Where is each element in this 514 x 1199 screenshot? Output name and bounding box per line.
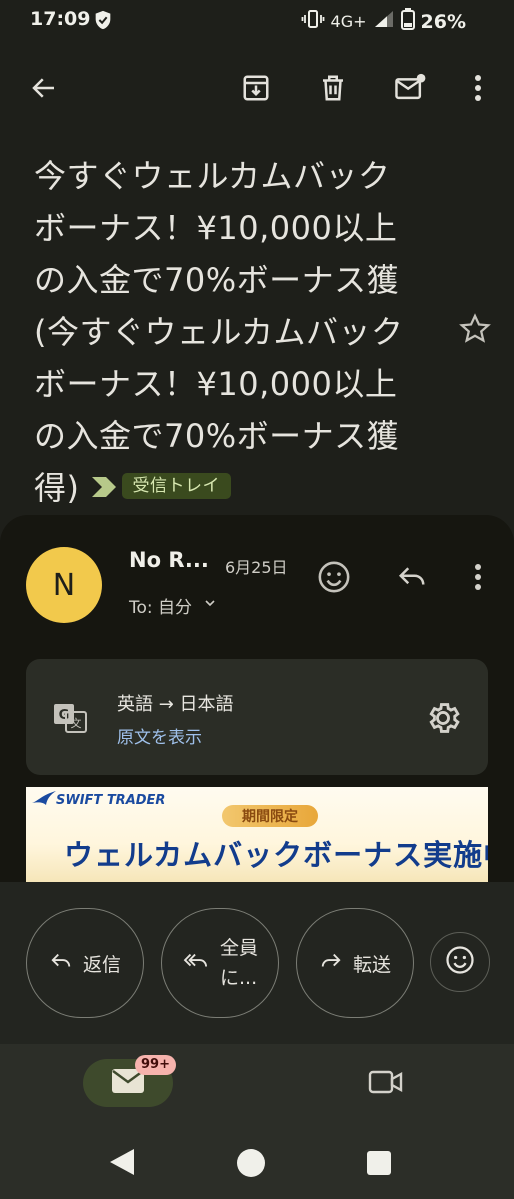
translation-panel [26, 659, 488, 775]
translate-icon: G文 [52, 700, 88, 740]
triangle-back-icon [108, 1149, 136, 1181]
emoji-react-button[interactable] [314, 559, 354, 599]
status-right: 4G+ 26% [301, 8, 466, 35]
subject-line: 今すぐウェルカムバック [34, 157, 391, 195]
forward-button[interactable]: 転送 [296, 908, 414, 1018]
shield-icon [92, 9, 114, 36]
battery-level: 26% [420, 10, 466, 33]
network-label: 4G+ [330, 12, 367, 31]
reply-all-icon [182, 950, 210, 977]
more-vert-icon [474, 74, 482, 106]
forward-icon [319, 950, 343, 977]
more-options-button[interactable] [458, 70, 498, 110]
importance-marker-icon [91, 460, 118, 512]
subject-line: の入金で70%ボーナス獲 [34, 261, 400, 299]
emoji-reaction-button[interactable] [430, 932, 490, 992]
archive-button[interactable] [236, 70, 276, 110]
chevron-down-icon [202, 595, 218, 616]
status-bar: 17:09 4G+ 26% [0, 0, 514, 40]
battery-icon [400, 8, 415, 35]
signal-icon [373, 9, 395, 34]
more-vert-icon [474, 563, 482, 595]
subject-line-last: 得) 受信トレイ [34, 462, 434, 516]
subject-line: ボーナス！¥10,000以上 [34, 209, 398, 247]
show-original-link[interactable]: 原文を表示 [117, 723, 202, 748]
mark-unread-button[interactable] [390, 70, 430, 110]
translation-settings-button[interactable] [424, 699, 462, 741]
inbox-label-chip[interactable]: 受信トレイ [121, 473, 231, 499]
reply-all-label: 全員に... [220, 933, 258, 993]
system-recents-button[interactable] [366, 1150, 392, 1180]
smiley-icon [317, 560, 351, 598]
clock: 17:09 [30, 8, 91, 30]
reply-button[interactable]: 返信 [26, 908, 144, 1018]
reply-icon [396, 562, 428, 596]
message-date: 6月25日 [225, 558, 288, 577]
trash-icon [318, 73, 348, 107]
email-subject: 今すぐウェルカムバック ボーナス！¥10,000以上 の入金で70%ボーナス獲 … [34, 150, 434, 516]
translation-languages: 英語 → 日本語 [117, 694, 234, 715]
subject-line: の入金で70%ボーナス獲 [34, 417, 400, 455]
system-back-button[interactable] [108, 1147, 136, 1181]
vibrate-icon [301, 9, 325, 34]
reply-icon-button[interactable] [392, 559, 432, 599]
gear-icon [424, 703, 462, 741]
avatar[interactable]: N [26, 547, 102, 623]
subject-line: ボーナス！¥10,000以上 [34, 365, 398, 403]
reply-label: 返信 [82, 953, 121, 976]
banner-badge: 期間限定 [222, 805, 318, 827]
star-button[interactable] [458, 312, 492, 350]
subject-line: 得) [34, 469, 80, 507]
svg-text:G: G [59, 708, 70, 723]
unread-count-badge: 99+ [135, 1055, 176, 1075]
recipient-details[interactable]: To: 自分 [129, 593, 218, 618]
message-more-button[interactable] [458, 559, 498, 599]
home-circle-icon [236, 1149, 266, 1182]
square-recents-icon [366, 1151, 392, 1180]
nav-meet-tab[interactable] [368, 1068, 404, 1100]
star-icon [458, 313, 492, 350]
system-home-button[interactable] [236, 1148, 266, 1182]
reply-all-button[interactable]: 全員に... [161, 908, 279, 1018]
back-button[interactable] [24, 70, 64, 110]
reply-all-label-line: 全員 [219, 937, 258, 959]
svg-text:文: 文 [71, 716, 82, 730]
video-camera-icon [368, 1070, 404, 1100]
recipient-label: To: 自分 [129, 598, 193, 618]
sender-name[interactable]: No R... [129, 548, 209, 572]
reply-icon [49, 950, 73, 977]
delete-button[interactable] [313, 70, 353, 110]
subject-line: (今すぐウェルカムバック [34, 313, 404, 351]
banner-headline: ウェルカムバックボーナス実施中 [64, 838, 488, 872]
promo-banner-image[interactable]: SWIFT TRADER 期間限定 ウェルカムバックボーナス実施中 [26, 787, 488, 882]
reply-all-label-line: に... [219, 967, 258, 989]
bird-logo-icon [30, 789, 58, 815]
mail-unread-icon [394, 73, 426, 107]
smiley-icon [445, 945, 475, 979]
forward-label: 転送 [352, 953, 391, 976]
arrow-left-icon [29, 73, 59, 107]
banner-logo: SWIFT TRADER [56, 793, 166, 808]
archive-icon [241, 73, 271, 107]
